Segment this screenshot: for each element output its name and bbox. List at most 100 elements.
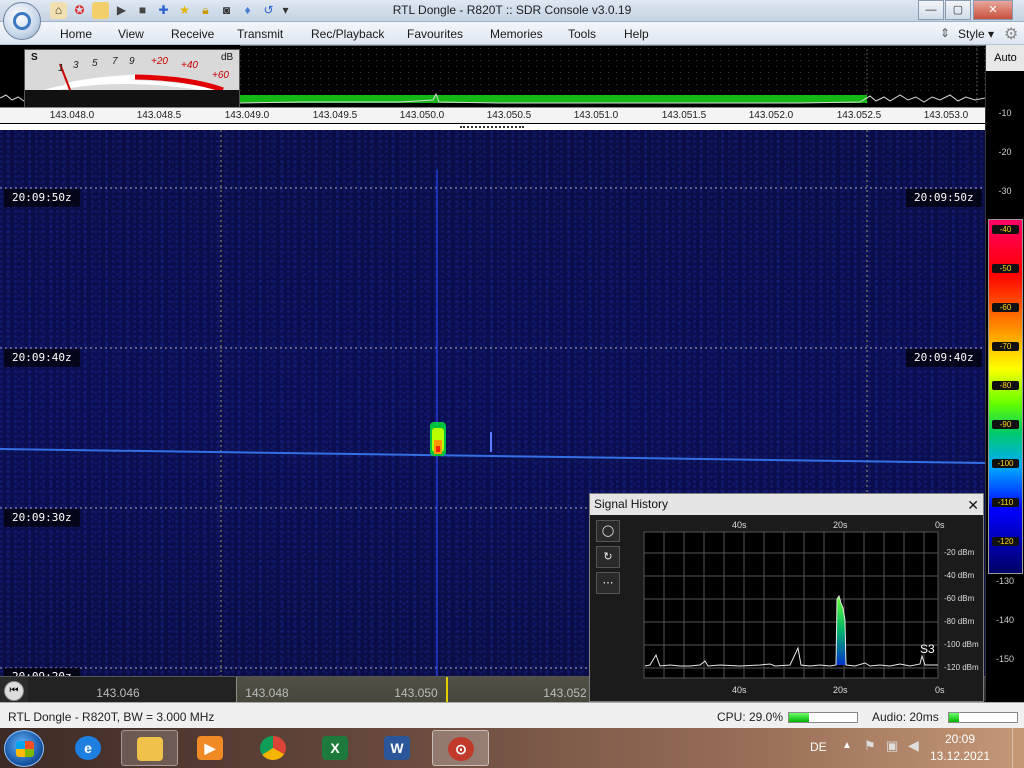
tuning-marker[interactable] bbox=[446, 677, 448, 703]
s-tick: 7 bbox=[112, 56, 118, 67]
language-indicator[interactable]: DE bbox=[810, 740, 827, 754]
show-desktop-button[interactable] bbox=[1012, 728, 1024, 768]
audio-meter bbox=[948, 712, 1018, 723]
time-label: 20:09:40z bbox=[906, 349, 982, 367]
db-tick: -10 bbox=[998, 108, 1012, 118]
db-tick: -130 bbox=[995, 576, 1014, 586]
history-time-bottom: 20s bbox=[833, 685, 848, 695]
history-time-top: 40s bbox=[732, 520, 747, 530]
tune-tick: 143.048 bbox=[245, 686, 289, 700]
skip-icon[interactable]: ⏮ bbox=[4, 681, 24, 701]
tune-tick: 143.050 bbox=[394, 686, 438, 700]
tune-tick: 143.052 bbox=[543, 686, 587, 700]
time-label: 20:09:50z bbox=[4, 189, 80, 207]
s-tick: 1 bbox=[58, 63, 64, 74]
history-dbm-label: -60 dBm bbox=[944, 594, 975, 603]
history-dbm-label: -40 dBm bbox=[944, 571, 975, 580]
time-label: 20:09:30z bbox=[4, 509, 80, 527]
time-label: 20:09:40z bbox=[4, 349, 80, 367]
freq-tick: 143.051.0 bbox=[573, 110, 619, 121]
maximize-button[interactable]: ▢ bbox=[945, 0, 971, 20]
s-label: S bbox=[31, 52, 38, 63]
signal-history-title-bar[interactable]: Signal History ✕ bbox=[590, 494, 983, 515]
freq-tick: 143.052.5 bbox=[836, 110, 882, 121]
audio-status: Audio: 20ms bbox=[872, 710, 939, 724]
db-tick: -30 bbox=[998, 186, 1012, 196]
clock-time[interactable]: 20:09 bbox=[930, 732, 990, 746]
freq-tick: 143.051.5 bbox=[661, 110, 707, 121]
menu-help[interactable]: Help bbox=[624, 27, 649, 41]
windows-logo-icon bbox=[16, 741, 34, 757]
db-tick: -90 bbox=[992, 420, 1019, 429]
menu-home[interactable]: Home bbox=[60, 27, 92, 41]
history-dbm-label: -100 dBm bbox=[944, 640, 979, 649]
app-logo-icon bbox=[13, 12, 31, 30]
menu-favourites[interactable]: Favourites bbox=[407, 27, 463, 41]
cpu-meter bbox=[788, 712, 858, 723]
application-menu-button[interactable] bbox=[3, 2, 41, 40]
freq-tick: 143.050.5 bbox=[486, 110, 532, 121]
style-updown-icon[interactable]: ⇕ bbox=[940, 26, 950, 40]
flag-icon[interactable]: ⚑ bbox=[864, 738, 876, 754]
word-icon[interactable]: W bbox=[369, 730, 426, 766]
db-label: dB bbox=[221, 52, 234, 63]
menu-transmit[interactable]: Transmit bbox=[237, 27, 283, 41]
freq-tick: 143.052.0 bbox=[748, 110, 794, 121]
db-tick: -70 bbox=[992, 342, 1019, 351]
menu-rec-playback[interactable]: Rec/Playback bbox=[311, 27, 384, 41]
freq-tick: 143.049.0 bbox=[224, 110, 270, 121]
receiver-status: RTL Dongle - R820T, BW = 3.000 MHz bbox=[8, 710, 215, 724]
frequency-axis[interactable]: 143.048.0 143.048.5 143.049.0 143.049.5 … bbox=[0, 107, 985, 123]
network-icon[interactable]: ▣ bbox=[886, 738, 898, 754]
windows-start-button[interactable] bbox=[4, 730, 44, 767]
close-icon[interactable]: ✕ bbox=[967, 495, 979, 516]
db-tick: -80 bbox=[992, 381, 1019, 390]
ribbon-menu-bar: Home View Receive Transmit Rec/Playback … bbox=[0, 22, 1024, 45]
excel-icon[interactable]: X bbox=[307, 730, 364, 766]
db-tick: -50 bbox=[992, 264, 1019, 273]
settings-gear-icon[interactable]: ⚙ bbox=[1004, 24, 1018, 44]
db-tick: +20 bbox=[151, 56, 168, 67]
db-tick: -120 bbox=[992, 537, 1019, 546]
minimize-button[interactable]: — bbox=[918, 0, 944, 20]
ie-icon[interactable]: e bbox=[60, 730, 117, 766]
history-dbm-label: -120 dBm bbox=[944, 663, 979, 672]
clock-date[interactable]: 13.12.2021 bbox=[930, 749, 990, 763]
sdr-console-icon[interactable]: ⊙ bbox=[432, 730, 489, 766]
media-player-icon[interactable]: ▶ bbox=[182, 730, 239, 766]
volume-icon[interactable]: ◀ bbox=[908, 737, 919, 754]
style-menu[interactable]: Style ▾ bbox=[958, 27, 994, 41]
s-reading: S3 bbox=[920, 642, 935, 656]
spectrum-display[interactable]: S dB 1 3 5 7 9 +20 +40 +60 143.048.0 143… bbox=[0, 45, 985, 125]
show-hidden-icons-icon[interactable]: ▲ bbox=[842, 740, 852, 751]
auto-scale-button[interactable]: Auto bbox=[986, 45, 1024, 71]
signal-history-chart bbox=[643, 531, 939, 679]
history-dbm-label: -20 dBm bbox=[944, 548, 975, 557]
title-bar: ⌂ ✪ ▶ ■ ✚ ★ 🔒︎ ◙ ♦ ↺ ▾ RTL Dongle - R820… bbox=[0, 0, 1024, 22]
menu-view[interactable]: View bbox=[118, 27, 144, 41]
menu-tools[interactable]: Tools bbox=[568, 27, 596, 41]
close-button[interactable]: ✕ bbox=[973, 0, 1013, 20]
s-meter: S dB 1 3 5 7 9 +20 +40 +60 bbox=[24, 49, 240, 110]
freq-tick: 143.048.5 bbox=[136, 110, 182, 121]
history-time-bottom: 0s bbox=[935, 685, 945, 695]
db-tick: +60 bbox=[212, 70, 229, 81]
db-tick: -140 bbox=[995, 615, 1014, 625]
db-scale[interactable]: Auto -10 -20 -30 -40 -50 -60 -70 -80 -90 -100 -110… bbox=[985, 45, 1024, 701]
file-explorer-icon[interactable] bbox=[121, 730, 178, 766]
tune-tick: 143.046 bbox=[96, 686, 140, 700]
status-bar: RTL Dongle - R820T, BW = 3.000 MHz CPU: … bbox=[0, 702, 1024, 728]
s-tick: 3 bbox=[73, 60, 79, 71]
time-label: 20:09:50z bbox=[906, 189, 982, 207]
taskbar: e ▶ X W ⊙ DE ▲ ⚑ ▣ ◀ 20:09 13.12.2021 bbox=[0, 728, 1024, 768]
db-tick: -40 bbox=[992, 225, 1019, 234]
signal-history-panel: Signal History ✕ ◯ ↻ ⋯ 40s 20s 0s 40s 20… bbox=[589, 493, 984, 702]
chrome-icon[interactable] bbox=[245, 730, 302, 766]
window-title: RTL Dongle - R820T :: SDR Console v3.0.1… bbox=[392, 3, 632, 17]
signal-history-title: Signal History bbox=[594, 497, 669, 511]
style-label: Style bbox=[958, 27, 985, 41]
cpu-status: CPU: 29.0% bbox=[717, 710, 784, 724]
menu-receive[interactable]: Receive bbox=[171, 27, 214, 41]
menu-memories[interactable]: Memories bbox=[490, 27, 543, 41]
audio-meter-fill bbox=[949, 713, 960, 722]
